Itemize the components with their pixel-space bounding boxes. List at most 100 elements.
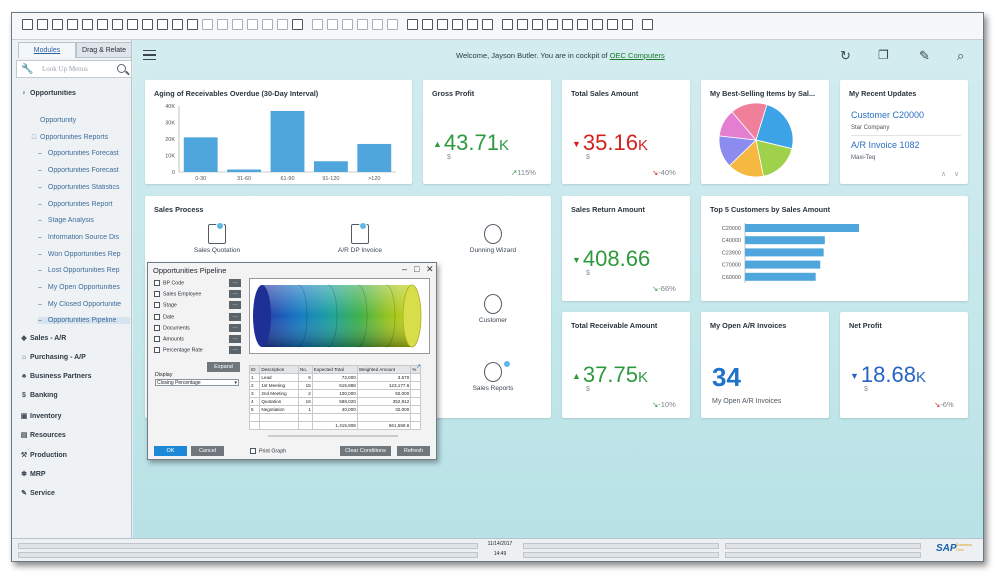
sidebar-item[interactable]: Opportunity [40, 117, 130, 124]
sidebar-item[interactable]: – Opportunities Statistics [38, 184, 130, 191]
sidebar-item[interactable]: – My Open Opportunities [38, 284, 130, 291]
toolbar-icon[interactable] [187, 19, 198, 30]
checkbox[interactable] [154, 313, 160, 320]
checkbox[interactable] [154, 336, 160, 342]
toolbar-icon[interactable] [112, 19, 123, 30]
bar[interactable] [745, 272, 816, 281]
toolbar-icon[interactable] [387, 19, 398, 30]
hamburger-menu-icon[interactable] [143, 50, 156, 60]
toolbar-icon[interactable] [642, 19, 653, 30]
sidebar-item[interactable]: – Opportunities Forecast [38, 150, 130, 157]
bar[interactable] [745, 260, 821, 269]
toolbar-icon[interactable] [357, 19, 368, 30]
toolbar-icon[interactable] [437, 19, 448, 30]
toolbar-icon[interactable] [327, 19, 338, 30]
toolbar-icon[interactable] [232, 19, 243, 30]
bar[interactable] [270, 110, 305, 172]
print-graph-checkbox[interactable]: Print Graph [250, 448, 286, 454]
maximize-icon[interactable]: □ [414, 264, 419, 274]
close-icon[interactable]: ✕ [426, 264, 434, 275]
sidebar-item[interactable]: – Information Source Dis [38, 234, 130, 241]
bar[interactable] [227, 169, 262, 172]
criteria-options-button[interactable]: ... [229, 346, 241, 355]
criteria-checkbox[interactable]: Date [154, 313, 174, 320]
criteria-options-button[interactable]: ... [229, 312, 241, 321]
horizontal-scrollbar[interactable] [268, 435, 398, 437]
column-header[interactable]: Expected Total [311, 365, 358, 374]
table-row[interactable]: 1 Lead 6 72,000 3,570 [248, 373, 421, 382]
update-link[interactable]: A/R Invoice 1082 [851, 140, 920, 150]
sidebar-item[interactable]: ♣ Business Partners [18, 373, 130, 380]
chevron-down-icon[interactable]: ∨ [954, 170, 959, 178]
toolbar-icon[interactable] [452, 19, 463, 30]
toolbar-icon[interactable] [262, 19, 273, 30]
card-gross-profit[interactable]: Gross Profit ▲43.71K $ ↗115% [423, 80, 551, 184]
criteria-checkbox[interactable]: Documents [154, 324, 190, 331]
card-total-sales[interactable]: Total Sales Amount ▼35.16K $ ↘-40% [562, 80, 690, 184]
sidebar-item[interactable]: ⌂ Purchasing - A/P [18, 354, 130, 361]
toolbar-icon[interactable] [532, 19, 543, 30]
search-icon[interactable]: ⌕ [957, 48, 964, 64]
sidebar-item[interactable]: – Opportunities Forecast [38, 167, 130, 174]
toolbar-icon[interactable] [607, 19, 618, 30]
search-input[interactable]: Look Up Menus [42, 65, 88, 73]
column-header[interactable]: ID [248, 365, 261, 374]
toolbar-icon[interactable] [247, 19, 258, 30]
clear-conditions-button[interactable]: Clear Conditions [340, 446, 391, 456]
cancel-button[interactable]: Cancel [191, 446, 224, 456]
update-link[interactable]: Customer C20000 [851, 110, 924, 120]
toolbar-icon[interactable] [562, 19, 573, 30]
toolbar-icon[interactable] [277, 19, 288, 30]
toolbar-icon[interactable] [547, 19, 558, 30]
table-row[interactable]: 3 2nd Meeting 2 100,000 50,000 [248, 389, 421, 398]
criteria-options-button[interactable]: ... [229, 335, 241, 343]
criteria-options-button[interactable]: ... [229, 301, 241, 310]
refresh-icon[interactable]: ↻ [840, 48, 851, 64]
sidebar-item[interactable]: ♀ Opportunities [18, 90, 130, 97]
expand-table-icon[interactable]: ↗ [416, 363, 421, 370]
toolbar-icon[interactable] [577, 19, 588, 30]
toolbar-icon[interactable] [407, 19, 418, 30]
card-best-selling[interactable]: My Best-Selling Items by Sal... [701, 80, 829, 184]
criteria-checkbox[interactable]: BP Code [154, 280, 184, 286]
toolbar-icon[interactable] [517, 19, 528, 30]
sidebar-item[interactable]: □ Opportunities Reports [28, 134, 130, 141]
card-total-receivable[interactable]: Total Receivable Amount ▲37.75K $ ↘-10% [562, 312, 690, 418]
table-row[interactable]: 2 1st Meeting 15 615,888 123,177.6 [248, 381, 421, 390]
toolbar-icon[interactable] [622, 19, 633, 30]
bar[interactable] [357, 143, 392, 172]
toolbar-icon[interactable] [142, 19, 153, 30]
bar[interactable] [313, 161, 348, 172]
criteria-checkbox[interactable]: Sales Employee [154, 291, 201, 298]
card-open-ar[interactable]: My Open A/R Invoices 34 My Open A/R Invo… [701, 312, 829, 418]
tab-drag-relate[interactable]: Drag & Relate [76, 42, 132, 58]
sidebar-item[interactable]: ✱ MRP [18, 470, 130, 478]
checkbox[interactable] [154, 324, 160, 331]
sidebar-item[interactable]: – Stage Analysis [38, 217, 130, 224]
bar[interactable] [745, 236, 825, 245]
toolbar-icon[interactable] [82, 19, 93, 30]
checkbox[interactable] [250, 448, 256, 454]
toolbar-icon[interactable] [422, 19, 433, 30]
criteria-checkbox[interactable]: Stage [154, 302, 177, 309]
toolbar-icon[interactable] [157, 19, 168, 30]
toolbar-icon[interactable] [482, 19, 493, 30]
bar[interactable] [745, 248, 824, 257]
card-top5-customers[interactable]: Top 5 Customers by Sales Amount C20000 C4… [701, 196, 968, 301]
criteria-options-button[interactable]: ... [229, 323, 241, 332]
edit-icon[interactable]: ✎ [919, 48, 930, 64]
ok-button[interactable]: OK [154, 446, 187, 456]
sidebar-item[interactable]: – My Closed Opportunitie [38, 301, 130, 308]
toolbar-icon[interactable] [467, 19, 478, 30]
bar[interactable] [183, 137, 218, 172]
criteria-checkbox[interactable]: Percentage Rate [154, 347, 203, 354]
toolbar-icon[interactable] [312, 19, 323, 30]
toolbar-icon[interactable] [37, 19, 48, 30]
company-link[interactable]: OEC Computers [610, 51, 665, 60]
checkbox[interactable] [154, 302, 160, 309]
card-aging[interactable]: Aging of Receivables Overdue (30-Day Int… [145, 80, 412, 184]
sidebar-item[interactable]: ⚒ Production [18, 451, 130, 459]
criteria-checkbox[interactable]: Amounts [154, 336, 184, 342]
sidebar-item[interactable]: ◆ Sales - A/R [18, 334, 130, 342]
toolbar-icon[interactable] [172, 19, 183, 30]
